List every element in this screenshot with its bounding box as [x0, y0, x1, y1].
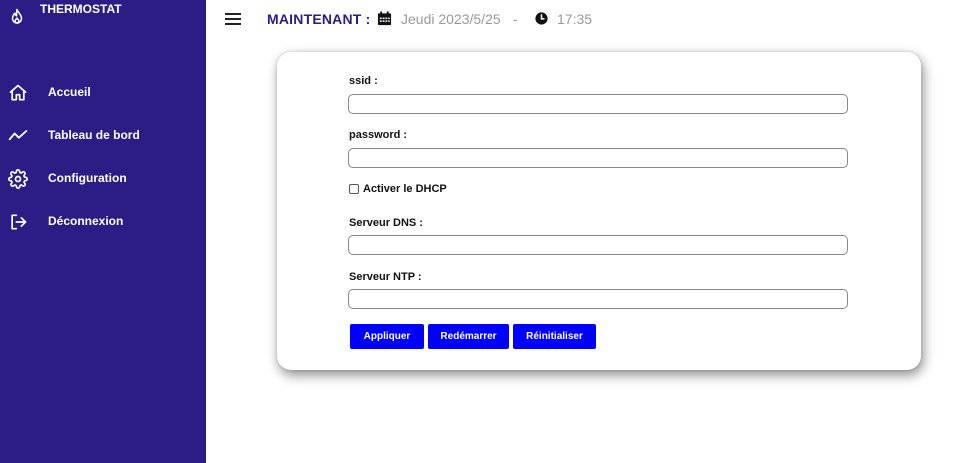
password-label: password :	[349, 129, 408, 141]
sidebar-item-label: Tableau de bord	[48, 128, 140, 142]
ntp-label: Serveur NTP :	[349, 271, 422, 283]
password-input[interactable]	[348, 148, 848, 168]
home-icon	[9, 84, 27, 101]
current-date: Jeudi 2023/5/25	[401, 11, 501, 27]
top-bar: MAINTENANT : Jeudi 2023/5/25 - 17:35	[206, 0, 964, 44]
sidebar-nav: Accueil Tableau de bord Configuration Dé…	[0, 80, 206, 252]
current-time: 17:35	[557, 11, 593, 27]
ntp-input[interactable]	[348, 289, 848, 309]
chart-line-icon	[8, 130, 28, 141]
date-time-separator: -	[513, 11, 518, 27]
sidebar-item-label: Configuration	[48, 171, 127, 185]
ssid-input[interactable]	[348, 94, 848, 114]
ssid-label: ssid :	[349, 75, 378, 87]
now-label: MAINTENANT :	[267, 11, 371, 27]
gear-icon	[8, 169, 28, 189]
brand-label: THERMOSTAT	[40, 2, 122, 16]
dhcp-checkbox[interactable]	[349, 184, 359, 194]
sidebar-item-label: Déconnexion	[48, 214, 124, 228]
calendar-icon	[377, 11, 392, 26]
sidebar-item-accueil[interactable]: Accueil	[0, 80, 206, 123]
clock-icon	[535, 12, 548, 25]
reset-button[interactable]: Réinitialiser	[513, 324, 596, 349]
sidebar: THERMOSTAT Accueil Tableau de bord Confi…	[0, 0, 206, 463]
dhcp-label: Activer le DHCP	[363, 183, 447, 195]
sidebar-item-deconnexion[interactable]: Déconnexion	[0, 209, 206, 252]
dhcp-row: Activer le DHCP	[349, 182, 447, 196]
sidebar-item-configuration[interactable]: Configuration	[0, 166, 206, 209]
restart-button[interactable]: Redémarrer	[428, 324, 509, 349]
sidebar-item-tableau-de-bord[interactable]: Tableau de bord	[0, 123, 206, 166]
brand	[8, 8, 26, 26]
flame-icon	[11, 8, 23, 24]
network-config-card: ssid : password : Activer le DHCP Serveu…	[277, 52, 921, 370]
dns-label: Serveur DNS :	[349, 217, 423, 229]
sidebar-item-label: Accueil	[48, 85, 91, 99]
apply-button[interactable]: Appliquer	[350, 324, 424, 349]
dns-input[interactable]	[348, 235, 848, 255]
logout-icon	[11, 214, 27, 230]
menu-toggle-icon[interactable]	[225, 13, 241, 25]
